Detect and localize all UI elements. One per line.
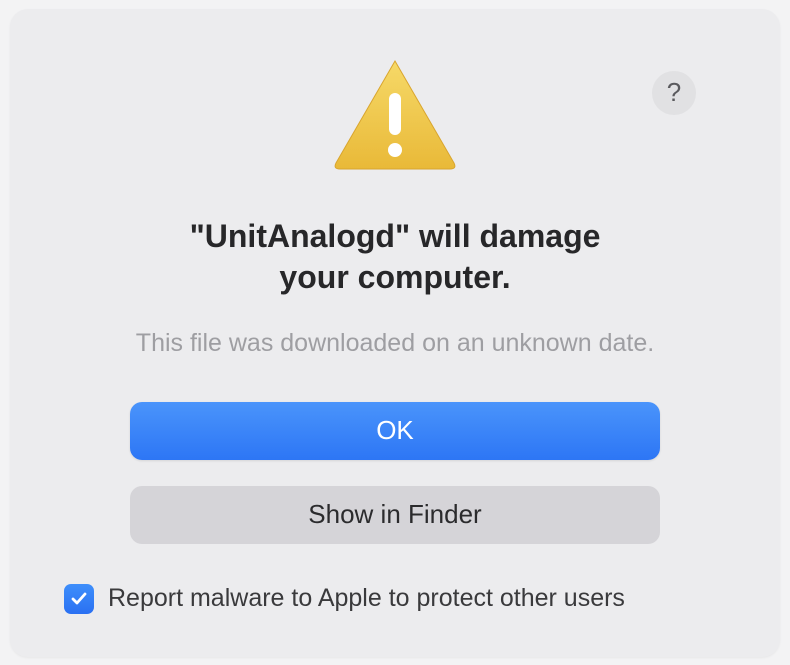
checkmark-icon (69, 589, 89, 609)
title-line-1: "UnitAnalogd" will damage (190, 218, 601, 254)
help-icon: ? (667, 77, 681, 108)
checkbox-label: Report malware to Apple to protect other… (108, 584, 625, 613)
show-in-finder-button[interactable]: Show in Finder (130, 486, 660, 544)
ok-button[interactable]: OK (130, 402, 660, 460)
alert-dialog: ? "UnitAnalogd" will damage your compute… (10, 9, 780, 657)
help-button[interactable]: ? (652, 71, 696, 115)
report-checkbox[interactable] (64, 584, 94, 614)
title-line-2: your computer. (279, 259, 510, 295)
warning-icon (330, 55, 460, 180)
dialog-subtitle: This file was downloaded on an unknown d… (136, 329, 654, 358)
report-checkbox-row: Report malware to Apple to protect other… (64, 584, 625, 614)
dialog-content: ? "UnitAnalogd" will damage your compute… (58, 41, 732, 621)
dialog-title: "UnitAnalogd" will damage your computer. (150, 216, 641, 299)
